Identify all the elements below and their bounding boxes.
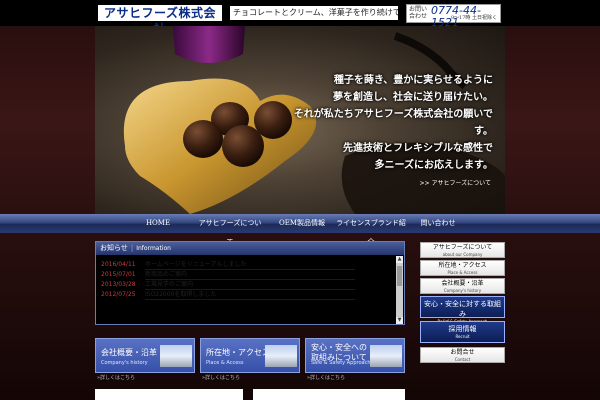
side-label: お問合せ: [450, 349, 475, 356]
side-access-button[interactable]: 所在地・アクセス Place & Access: [420, 260, 505, 276]
news-list: 2016/04/11 ホームページをリニューアルしました 2015/07/01 …: [96, 255, 404, 300]
hero-line: 先進技術とフレキシブルな感性で: [343, 143, 493, 154]
news-item[interactable]: 2013/03/28 工場見学のご案内: [101, 280, 404, 290]
scroll-up-icon[interactable]: ▲: [396, 256, 403, 263]
side-sublabel: Place & Access: [447, 270, 478, 275]
banner-link[interactable]: »詳しくはこちら: [97, 374, 135, 381]
header-tagline: チョコレートとクリーム、洋菓子を作り続けて30年: [230, 6, 398, 20]
site-header: アサヒフーズ株式会社 チョコレートとクリーム、洋菓子を作り続けて30年 お問い合…: [0, 0, 600, 36]
phone-hours: 9～17時 土日祝除く: [450, 15, 497, 21]
news-item-title[interactable]: ISO22000を取得しました: [145, 290, 355, 300]
banner-title: 所在地・アクセス: [206, 348, 270, 357]
company-logo[interactable]: アサヒフーズ株式会社: [98, 5, 222, 36]
news-item-title[interactable]: 工場見学のご案内: [145, 280, 355, 290]
side-sublabel: Contact: [454, 357, 471, 362]
side-label: 採用情報: [448, 325, 477, 333]
banner-access[interactable]: 所在地・アクセス Place & Access: [200, 338, 300, 373]
news-item[interactable]: 2015/07/01 新商品のご案内: [101, 270, 404, 280]
side-history-button[interactable]: 会社概要・沿革 Company's history: [420, 278, 505, 294]
banner-link[interactable]: »詳しくはこちら: [202, 374, 240, 381]
nav-about[interactable]: アサヒフーズについて: [196, 214, 264, 246]
product-strip: [95, 389, 243, 400]
side-label: アサヒフーズについて: [432, 244, 493, 251]
news-title: お知らせ: [100, 244, 128, 252]
side-label: 所在地・アクセス: [438, 262, 487, 269]
news-panel: お知らせ | Information 2016/04/11 ホームページをリニューア…: [95, 241, 405, 325]
side-contact-button[interactable]: お問合せ Contact: [420, 347, 505, 363]
scroll-thumb[interactable]: [397, 266, 402, 286]
side-safety-button[interactable]: 安心・安全に対する取組み Relief & Safety Approach: [420, 296, 505, 324]
nav-home[interactable]: HOME: [140, 214, 176, 233]
hero-line: 多ニーズにお応えします。: [374, 160, 494, 171]
global-nav: HOME アサヒフーズについて OEM製品情報 ライセンスブランド紹介 問い合わ…: [0, 214, 600, 246]
phone-label: お問い合わせ: [409, 6, 428, 20]
banner-company[interactable]: 会社概要・沿革 Company's history: [95, 338, 195, 373]
phone-box: お問い合わせ 0774-44-1521 9～17時 土日祝除く: [406, 4, 501, 29]
banner-sub: Place & Access: [206, 360, 244, 366]
news-date: 2015/07/01: [101, 271, 136, 278]
banner-link[interactable]: »詳しくはこちら: [307, 374, 345, 381]
news-item[interactable]: 2016/04/11 ホームページをリニューアルしました: [101, 260, 404, 270]
news-title-en: Information: [136, 245, 171, 252]
nav-license[interactable]: ライセンスブランド紹介: [336, 214, 406, 246]
building-image: [370, 345, 402, 367]
product-strip: [253, 389, 405, 400]
banner-sub: Safe & Safety Approach: [311, 360, 371, 366]
hero-line: 種子を蒔き、豊かに実らせるように: [333, 75, 493, 86]
news-date: 2016/04/11: [101, 261, 136, 268]
side-label: 会社概要・沿革: [441, 280, 484, 287]
side-sublabel: about our Company: [442, 252, 483, 257]
news-date: 2013/03/28: [101, 281, 136, 288]
banner-sub: Company's history: [101, 360, 148, 366]
nav-contact[interactable]: 問い合わせ: [418, 214, 458, 233]
scroll-down-icon[interactable]: ▼: [396, 317, 403, 324]
hero-message: 種子を蒔き、豊かに実らせるように 夢を創造し、社会に送り届けたい。 それが私たち…: [283, 72, 493, 174]
news-item[interactable]: 2012/07/25 ISO22000を取得しました: [101, 290, 404, 300]
news-date: 2012/07/25: [101, 291, 136, 298]
side-sublabel: Recruit: [455, 334, 470, 339]
side-label: 安心・安全に対する取組み: [424, 300, 501, 318]
news-item-title[interactable]: ホームページをリニューアルしました: [145, 260, 355, 270]
hero-line: 夢を創造し、社会に送り届けたい。: [333, 92, 493, 103]
news-header: お知らせ | Information: [96, 242, 404, 255]
building-image: [160, 345, 192, 367]
hero-line: それが私たちアサヒフーズ株式会社の願いです。: [293, 109, 493, 137]
side-sublabel: Company's history: [443, 288, 482, 293]
hero-image: 種子を蒔き、豊かに実らせるように 夢を創造し、社会に送り届けたい。 それが私たち…: [95, 26, 505, 214]
side-recruit-button[interactable]: 採用情報 Recruit: [420, 321, 505, 343]
news-item-title[interactable]: 新商品のご案内: [145, 270, 355, 280]
news-scrollbar[interactable]: ▲ ▼: [396, 256, 403, 324]
nav-oem[interactable]: OEM製品情報: [278, 214, 326, 233]
banner-title: 会社概要・沿革: [101, 348, 157, 357]
building-image: [265, 345, 297, 367]
side-about-button[interactable]: アサヒフーズについて about our Company: [420, 242, 505, 258]
about-link[interactable]: >> アサヒフーズについて: [420, 178, 491, 187]
banner-safety[interactable]: 安心・安全への取組みについて Safe & Safety Approach: [305, 338, 405, 373]
